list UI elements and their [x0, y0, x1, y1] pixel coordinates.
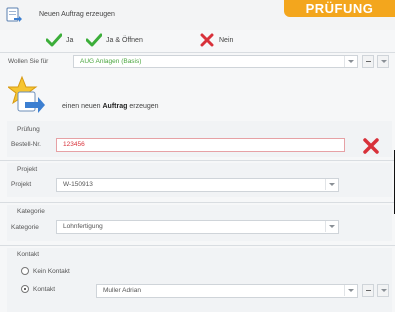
projekt-section-title: Projekt: [17, 166, 38, 173]
divider: [0, 160, 395, 161]
chevron-down-icon[interactable]: [344, 56, 357, 67]
ja-oeffnen-button-label: Ja & Öffnen: [106, 36, 143, 44]
divider: [0, 52, 395, 53]
ja-button[interactable]: Ja: [46, 32, 73, 48]
nein-button[interactable]: Nein: [199, 32, 233, 48]
kategorie-select[interactable]: Lohnfertigung: [56, 220, 339, 234]
wollen-clear-button[interactable]: [362, 55, 374, 68]
kontakt-section-title: Kontakt: [17, 251, 40, 258]
projekt-select[interactable]: W-150913: [56, 178, 339, 192]
chevron-down-icon[interactable]: [344, 285, 357, 296]
kein-kontakt-label: Kein Kontakt: [33, 268, 70, 275]
kontakt-value: Muller Adrian: [103, 287, 141, 294]
bestell-label: Bestell-Nr.: [11, 141, 41, 148]
ja-oeffnen-button[interactable]: Ja & Öffnen: [86, 32, 143, 48]
check-icon: [46, 33, 62, 47]
dialog-window: Neuen Auftrag erzeugen PRÜFUNG Ja Ja & Ö…: [0, 0, 395, 312]
bestell-value: 123456: [63, 141, 85, 148]
status-badge: PRÜFUNG: [284, 0, 395, 17]
new-order-star-icon: [8, 75, 45, 113]
projekt-value: W-150913: [63, 181, 93, 188]
check-icon: [86, 33, 102, 47]
heading-text: einen neuen Auftrag erzeugen: [62, 103, 159, 110]
kontakt-label: Kontakt: [33, 286, 56, 293]
kategorie-value: Lohnfertigung: [63, 223, 103, 230]
wollen-value: AUG Anlagen (Basis): [80, 58, 142, 65]
wollen-label: Wollen Sie für: [8, 58, 49, 65]
nein-button-label: Nein: [219, 36, 234, 44]
error-x-icon: [363, 138, 379, 154]
ja-button-label: Ja: [66, 36, 74, 44]
pruefung-section-title: Prüfung: [17, 126, 40, 133]
chevron-down-icon[interactable]: [325, 221, 338, 232]
chevron-down-icon[interactable]: [325, 179, 338, 190]
divider: [0, 245, 395, 246]
bestell-input[interactable]: 123456: [56, 138, 345, 152]
kategorie-label: Kategorie: [11, 224, 39, 231]
kein-kontakt-radio[interactable]: [21, 267, 29, 275]
projekt-label: Projekt: [11, 181, 32, 188]
heading-prefix: einen neuen: [62, 103, 101, 110]
window-title: Neuen Auftrag erzeugen: [39, 11, 115, 18]
divider: [0, 202, 395, 203]
kontakt-dropdown-button[interactable]: [377, 284, 389, 297]
wollen-dropdown-button[interactable]: [377, 55, 389, 68]
kategorie-section-title: Kategorie: [17, 208, 45, 215]
toolbar: Ja Ja & Öffnen Nein: [0, 30, 395, 51]
new-document-icon: [6, 7, 22, 22]
kontakt-select[interactable]: Muller Adrian: [96, 284, 358, 298]
heading-strong: Auftrag: [102, 103, 128, 110]
kontakt-clear-button[interactable]: [362, 284, 374, 297]
title-bar: Neuen Auftrag erzeugen PRÜFUNG: [0, 0, 395, 30]
kontakt-section: Kontakt: [7, 248, 392, 312]
wollen-select[interactable]: AUG Anlagen (Basis): [73, 55, 358, 68]
close-icon: [200, 33, 214, 47]
heading-suffix: erzeugen: [129, 103, 159, 110]
kontakt-radio[interactable]: [21, 285, 29, 293]
